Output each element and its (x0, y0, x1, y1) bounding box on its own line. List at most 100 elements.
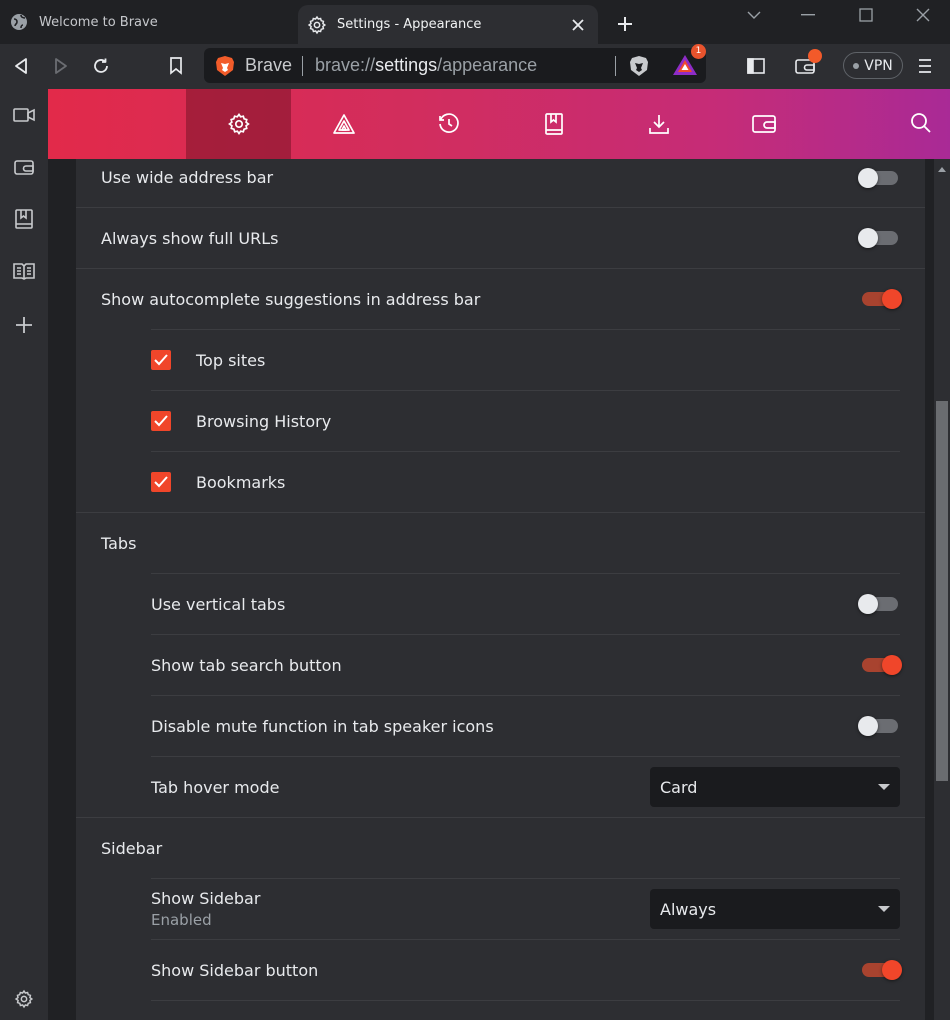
scrollbar[interactable] (934, 159, 950, 1020)
browser-toolbar: Brave brave://settings/appearance 1 VPN (0, 43, 950, 89)
section-sidebar-heading: Sidebar (76, 817, 925, 878)
nav-settings[interactable] (186, 89, 291, 159)
rewards-badge: 1 (691, 43, 706, 59)
settings-search-icon[interactable] (910, 112, 934, 136)
tab-hover-mode-select[interactable]: Card (650, 767, 900, 807)
setting-label: Browsing History (196, 411, 332, 431)
gear-icon (227, 113, 250, 135)
setting-top-sites[interactable]: Top sites (151, 329, 900, 390)
menu-button[interactable] (909, 50, 941, 82)
setting-label: Show Sidebar (151, 889, 261, 908)
section-heading: Sidebar (101, 838, 163, 858)
vpn-button[interactable]: VPN (843, 52, 903, 79)
brand-name: Brave (245, 55, 293, 75)
maximize-icon[interactable] (837, 0, 895, 30)
close-window-icon[interactable] (894, 0, 950, 30)
sidebar-item-talk[interactable] (8, 99, 40, 131)
show-sidebar-select[interactable]: Always (650, 889, 900, 929)
section-tabs-heading: Tabs (76, 512, 925, 573)
setting-label: Use wide address bar (101, 168, 274, 187)
url-text[interactable]: brave://settings/appearance (315, 55, 615, 76)
sidebar-item-reading-list[interactable] (8, 255, 40, 287)
omnibox-divider-right (615, 55, 616, 76)
tab-title: Settings - Appearance (337, 17, 482, 32)
setting-vertical-tabs[interactable]: Use vertical tabs (151, 573, 900, 634)
gear-icon (14, 989, 34, 1009)
wallet-button[interactable] (789, 49, 822, 82)
nav-downloads[interactable] (606, 89, 711, 159)
setting-wide-address-bar[interactable]: Use wide address bar (101, 159, 900, 208)
dropdown-arrow-icon (878, 784, 890, 790)
nav-rewards[interactable] (291, 89, 396, 159)
gear-icon (307, 15, 327, 35)
browsing-history-checkbox[interactable] (151, 411, 171, 431)
setting-next-row (151, 1000, 900, 1020)
rewards-button[interactable]: 1 (672, 43, 706, 78)
url-path: /appearance (437, 55, 538, 75)
forward-button[interactable] (45, 50, 77, 82)
setting-label: Tab hover mode (151, 777, 280, 797)
tab-strip: Welcome to Brave Settings - Appearance (0, 0, 950, 44)
tab-settings-appearance[interactable]: Settings - Appearance (298, 5, 598, 44)
sidebar-item-bookmarks[interactable] (8, 203, 40, 235)
checkmark-icon (154, 476, 168, 488)
scrollbar-thumb[interactable] (936, 401, 948, 781)
sidebar-add-button[interactable] (8, 309, 40, 341)
checkmark-icon (154, 354, 168, 366)
sidebar-item-wallet[interactable] (8, 151, 40, 183)
download-icon (648, 115, 669, 134)
nav-wallet[interactable] (711, 89, 816, 159)
wallet-notification-badge (808, 49, 822, 63)
address-bar[interactable]: Brave brave://settings/appearance 1 (204, 43, 706, 83)
select-value: Card (660, 777, 698, 797)
globe-icon (9, 12, 29, 32)
sidebar-settings-button[interactable] (8, 983, 40, 1015)
nav-bookmarks[interactable] (501, 89, 606, 159)
setting-sublabel: Enabled (151, 911, 212, 929)
setting-full-urls[interactable]: Always show full URLs (76, 207, 925, 268)
reload-button[interactable] (85, 50, 117, 82)
setting-label-group: Show Sidebar Enabled (151, 889, 650, 929)
rewards-triangle-icon (332, 114, 355, 134)
brave-shields-icon[interactable] (628, 54, 650, 78)
sidebar-button-toggle[interactable] (860, 960, 902, 980)
setting-label: Top sites (196, 350, 266, 370)
vertical-tabs-toggle[interactable] (858, 594, 900, 614)
setting-bookmarks[interactable]: Bookmarks (151, 451, 900, 512)
sidebar-toggle-button[interactable] (740, 50, 772, 82)
autocomplete-toggle[interactable] (860, 289, 902, 309)
bookmark-button[interactable] (160, 50, 192, 82)
tab-search-toggle[interactable] (860, 655, 902, 675)
setting-label: Disable mute function in tab speaker ico… (151, 716, 494, 736)
url-host: settings (375, 55, 438, 75)
disable-mute-toggle[interactable] (858, 716, 900, 736)
setting-disable-mute[interactable]: Disable mute function in tab speaker ico… (151, 695, 900, 756)
setting-tab-search[interactable]: Show tab search button (151, 634, 902, 695)
settings-header (48, 89, 950, 159)
tab-search-icon[interactable] (725, 0, 783, 30)
video-camera-icon (13, 108, 35, 122)
top-sites-checkbox[interactable] (151, 350, 171, 370)
bookmarks-checkbox[interactable] (151, 472, 171, 492)
scroll-up-arrow-icon[interactable] (938, 167, 946, 172)
bookmarks-icon (544, 113, 563, 135)
url-scheme: brave:// (315, 55, 376, 75)
vpn-label: VPN (864, 57, 893, 74)
setting-sidebar-button[interactable]: Show Sidebar button (151, 939, 902, 1000)
close-tab-icon[interactable] (566, 13, 590, 37)
back-button[interactable] (5, 50, 37, 82)
section-heading: Tabs (101, 533, 137, 553)
setting-label: Show Sidebar button (151, 960, 319, 980)
setting-label: Show autocomplete suggestions in address… (101, 289, 481, 309)
new-tab-button[interactable] (612, 11, 638, 37)
tab-welcome[interactable]: Welcome to Brave (0, 0, 298, 44)
setting-autocomplete[interactable]: Show autocomplete suggestions in address… (76, 268, 925, 329)
minimize-icon[interactable] (779, 0, 837, 30)
settings-content: Use wide address bar Always show full UR… (48, 159, 950, 1020)
nav-history[interactable] (396, 89, 501, 159)
vpn-status-dot (853, 62, 860, 69)
full-urls-toggle[interactable] (858, 228, 900, 248)
wallet-icon (751, 115, 776, 133)
setting-browsing-history[interactable]: Browsing History (151, 390, 900, 451)
wide-address-bar-toggle[interactable] (858, 167, 900, 188)
